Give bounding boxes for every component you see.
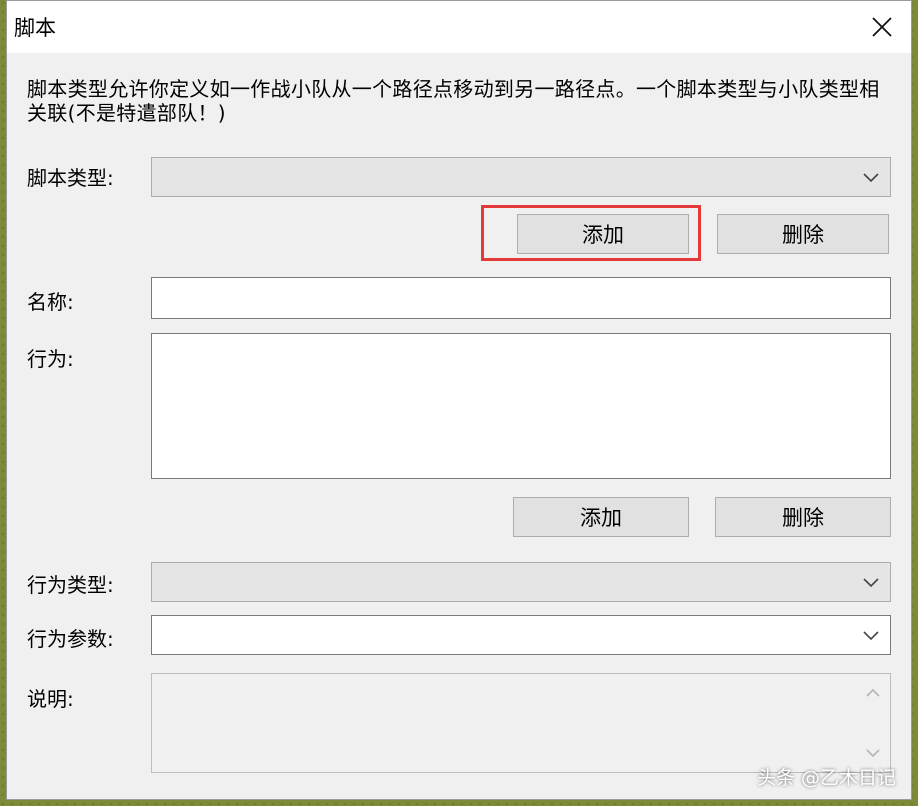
delete-script-button[interactable]: 删除 <box>717 214 889 254</box>
close-button[interactable] <box>853 1 911 53</box>
add-action-button[interactable]: 添加 <box>513 497 689 537</box>
explanation-textarea[interactable] <box>151 673 891 773</box>
action-param-label: 行为参数: <box>27 627 114 651</box>
window-title: 脚本 <box>14 16 56 40</box>
name-label: 名称: <box>27 290 74 314</box>
explanation-label: 说明: <box>27 687 74 711</box>
scroll-up-arrow-icon[interactable] <box>864 684 882 702</box>
watermark: 头条 @乙木日记 <box>756 767 896 789</box>
description-text: 脚本类型允许你定义如一作战小队从一个路径点移动到另一路径点。一个脚本类型与小队类… <box>27 77 880 125</box>
explanation-scrollbar[interactable] <box>856 674 890 772</box>
action-type-dropdown[interactable] <box>151 562 891 602</box>
script-dialog: 脚本 脚本类型允许你定义如一作战小队从一个路径点移动到另一路径点。一个脚本类型与… <box>6 0 912 800</box>
actions-list[interactable] <box>151 333 891 479</box>
script-type-label: 脚本类型: <box>27 166 114 190</box>
scroll-down-arrow-icon[interactable] <box>864 744 882 762</box>
close-icon <box>872 17 892 37</box>
action-type-label: 行为类型: <box>27 573 114 597</box>
action-param-dropdown[interactable] <box>151 615 891 655</box>
script-type-dropdown[interactable] <box>151 157 891 197</box>
chevron-down-icon <box>863 173 879 183</box>
chevron-down-icon <box>863 631 879 641</box>
actions-label: 行为: <box>27 347 74 371</box>
chevron-down-icon <box>863 578 879 588</box>
add-script-button[interactable]: 添加 <box>517 214 689 254</box>
delete-action-button[interactable]: 删除 <box>715 497 891 537</box>
title-bar: 脚本 <box>7 1 911 53</box>
name-input[interactable] <box>151 277 891 319</box>
